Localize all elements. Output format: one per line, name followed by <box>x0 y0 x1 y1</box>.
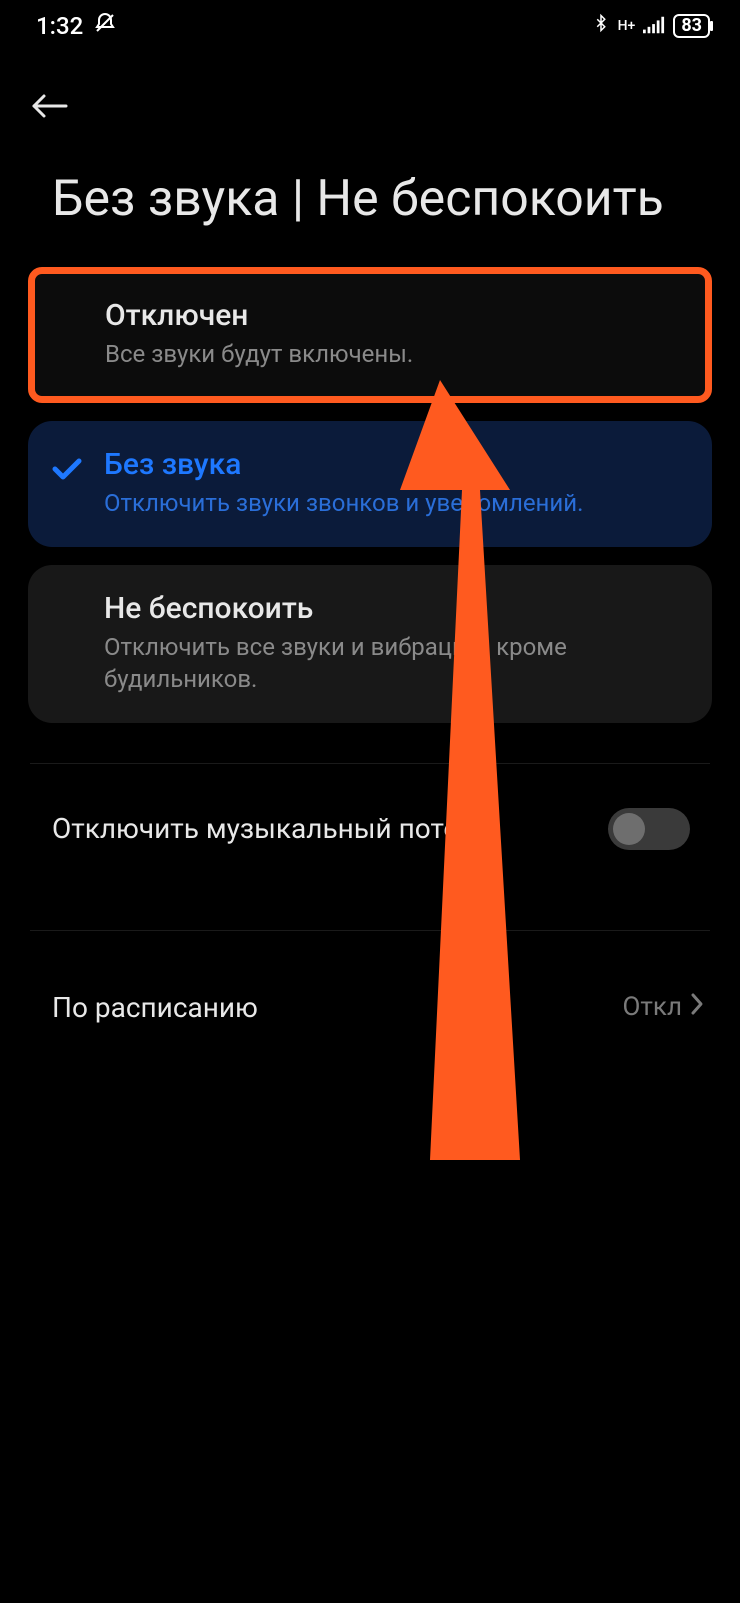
option-subtitle: Отключить все звуки и вибрацию, кроме бу… <box>104 632 684 694</box>
toggle-label: Отключить музыкальный поток <box>52 811 474 847</box>
check-icon <box>52 457 82 485</box>
option-title: Отключен <box>105 298 681 333</box>
mute-icon <box>93 11 117 41</box>
header <box>0 52 740 130</box>
battery-indicator: 83 <box>673 14 710 38</box>
status-bar: 1:32 H+ 83 <box>0 0 740 52</box>
option-dnd[interactable]: Не беспокоить Отключить все звуки и вибр… <box>28 565 712 722</box>
option-title: Без звука <box>104 447 684 482</box>
bluetooth-icon <box>592 12 610 40</box>
mute-music-row: Отключить музыкальный поток <box>0 764 740 890</box>
status-time: 1:32 <box>36 12 83 40</box>
chevron-right-icon <box>690 992 704 1023</box>
option-silent[interactable]: Без звука Отключить звуки звонков и увед… <box>28 421 712 547</box>
signal-icon <box>643 12 665 40</box>
option-subtitle: Все звуки будут включены. <box>105 339 681 370</box>
schedule-row[interactable]: По расписанию Откл <box>0 931 740 1064</box>
back-button[interactable] <box>30 82 78 130</box>
option-off[interactable]: Отключен Все звуки будут включены. <box>28 267 712 403</box>
option-subtitle: Отключить звуки звонков и уведомлений. <box>104 488 684 519</box>
schedule-value: Откл <box>623 992 682 1022</box>
schedule-label: По расписанию <box>52 991 258 1024</box>
toggle-knob <box>613 813 645 845</box>
option-title: Не беспокоить <box>104 591 684 626</box>
mode-options: Отключен Все звуки будут включены. Без з… <box>0 249 740 723</box>
network-type: H+ <box>618 19 636 33</box>
arrow-left-icon <box>30 92 70 120</box>
mute-music-toggle[interactable] <box>608 808 690 850</box>
page-title: Без звука | Не беспокоить <box>0 130 740 249</box>
